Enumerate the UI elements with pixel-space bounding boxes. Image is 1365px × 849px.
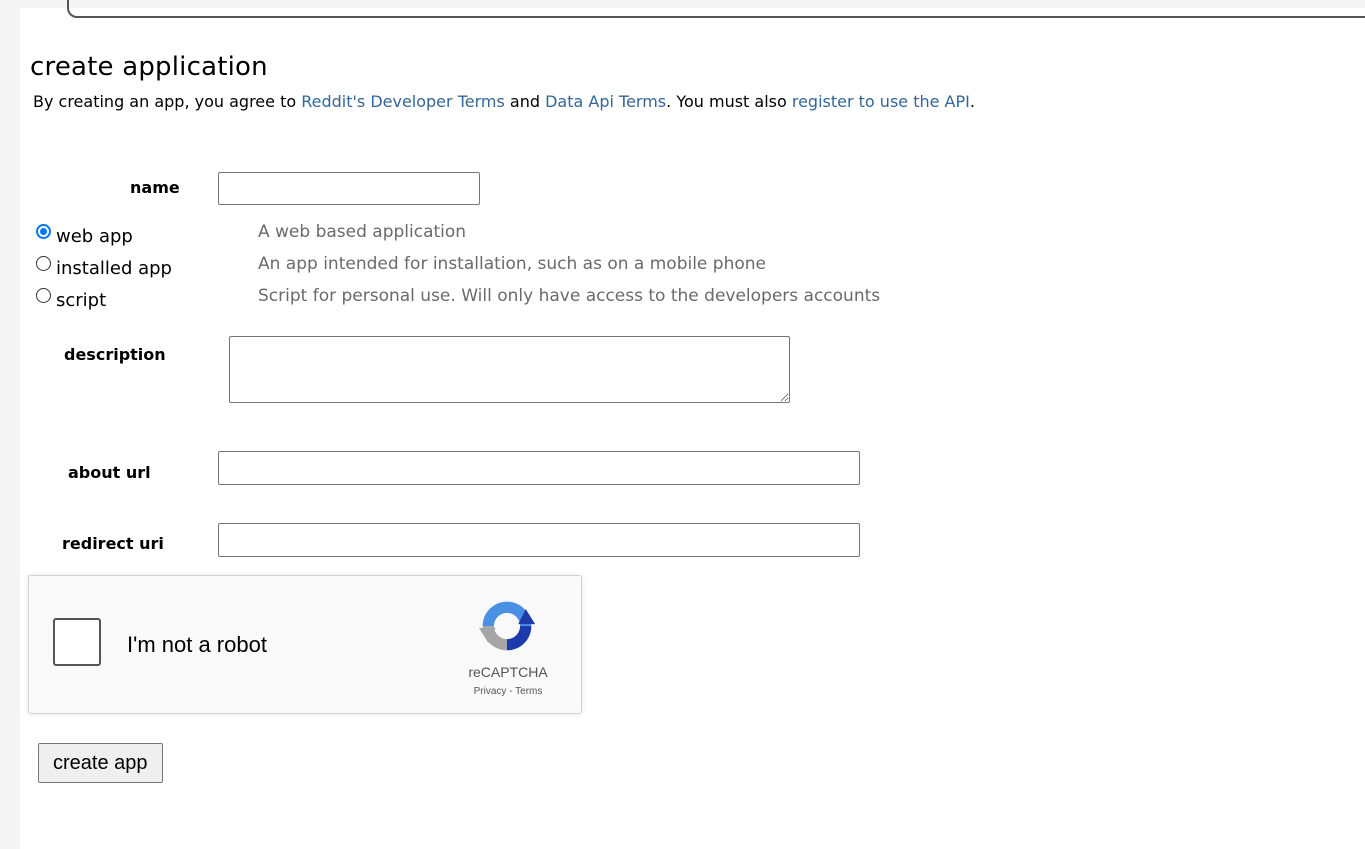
redirect-uri-input[interactable] bbox=[218, 523, 860, 557]
terms-suffix: . bbox=[969, 92, 975, 111]
name-label: name bbox=[130, 178, 180, 197]
web-app-radio[interactable] bbox=[36, 224, 51, 239]
data-api-terms-link[interactable]: Data Api Terms bbox=[545, 92, 666, 111]
web-app-label: web app bbox=[56, 226, 133, 247]
terms-and: and bbox=[504, 92, 546, 111]
create-app-page: create application By creating an app, y… bbox=[20, 0, 1365, 849]
name-input[interactable] bbox=[218, 172, 480, 205]
recaptcha-brand: reCAPTCHA bbox=[468, 664, 548, 680]
recaptcha-checkbox[interactable] bbox=[53, 618, 101, 666]
recaptcha-widget: I'm not a robot reCAPTCHA Privacy - Term… bbox=[28, 575, 582, 714]
script-description: Script for personal use. Will only have … bbox=[258, 286, 881, 306]
script-label: script bbox=[56, 290, 107, 311]
create-app-button[interactable]: create app bbox=[38, 743, 163, 783]
page-title: create application bbox=[30, 52, 268, 82]
about-url-label: about url bbox=[68, 463, 151, 482]
recaptcha-logo-icon bbox=[478, 601, 536, 651]
recaptcha-label: I'm not a robot bbox=[127, 632, 267, 657]
description-textarea[interactable] bbox=[229, 336, 790, 403]
developer-terms-link[interactable]: Reddit's Developer Terms bbox=[301, 92, 505, 111]
terms-middle: . You must also bbox=[666, 92, 792, 111]
terms-notice: By creating an app, you agree to Reddit'… bbox=[33, 92, 975, 111]
installed-app-description: An app intended for installation, such a… bbox=[258, 254, 766, 274]
description-label: description bbox=[64, 345, 166, 364]
installed-app-radio[interactable] bbox=[36, 256, 51, 271]
recaptcha-privacy-terms[interactable]: Privacy - Terms bbox=[443, 686, 573, 697]
redirect-uri-label: redirect uri bbox=[62, 534, 164, 553]
installed-app-label: installed app bbox=[56, 258, 172, 279]
web-app-description: A web based application bbox=[258, 222, 467, 242]
terms-prefix: By creating an app, you agree to bbox=[33, 92, 302, 111]
about-url-input[interactable] bbox=[218, 451, 860, 485]
script-radio[interactable] bbox=[36, 288, 51, 303]
register-api-link[interactable]: register to use the API bbox=[792, 92, 970, 111]
previous-section-border bbox=[67, 0, 1365, 18]
